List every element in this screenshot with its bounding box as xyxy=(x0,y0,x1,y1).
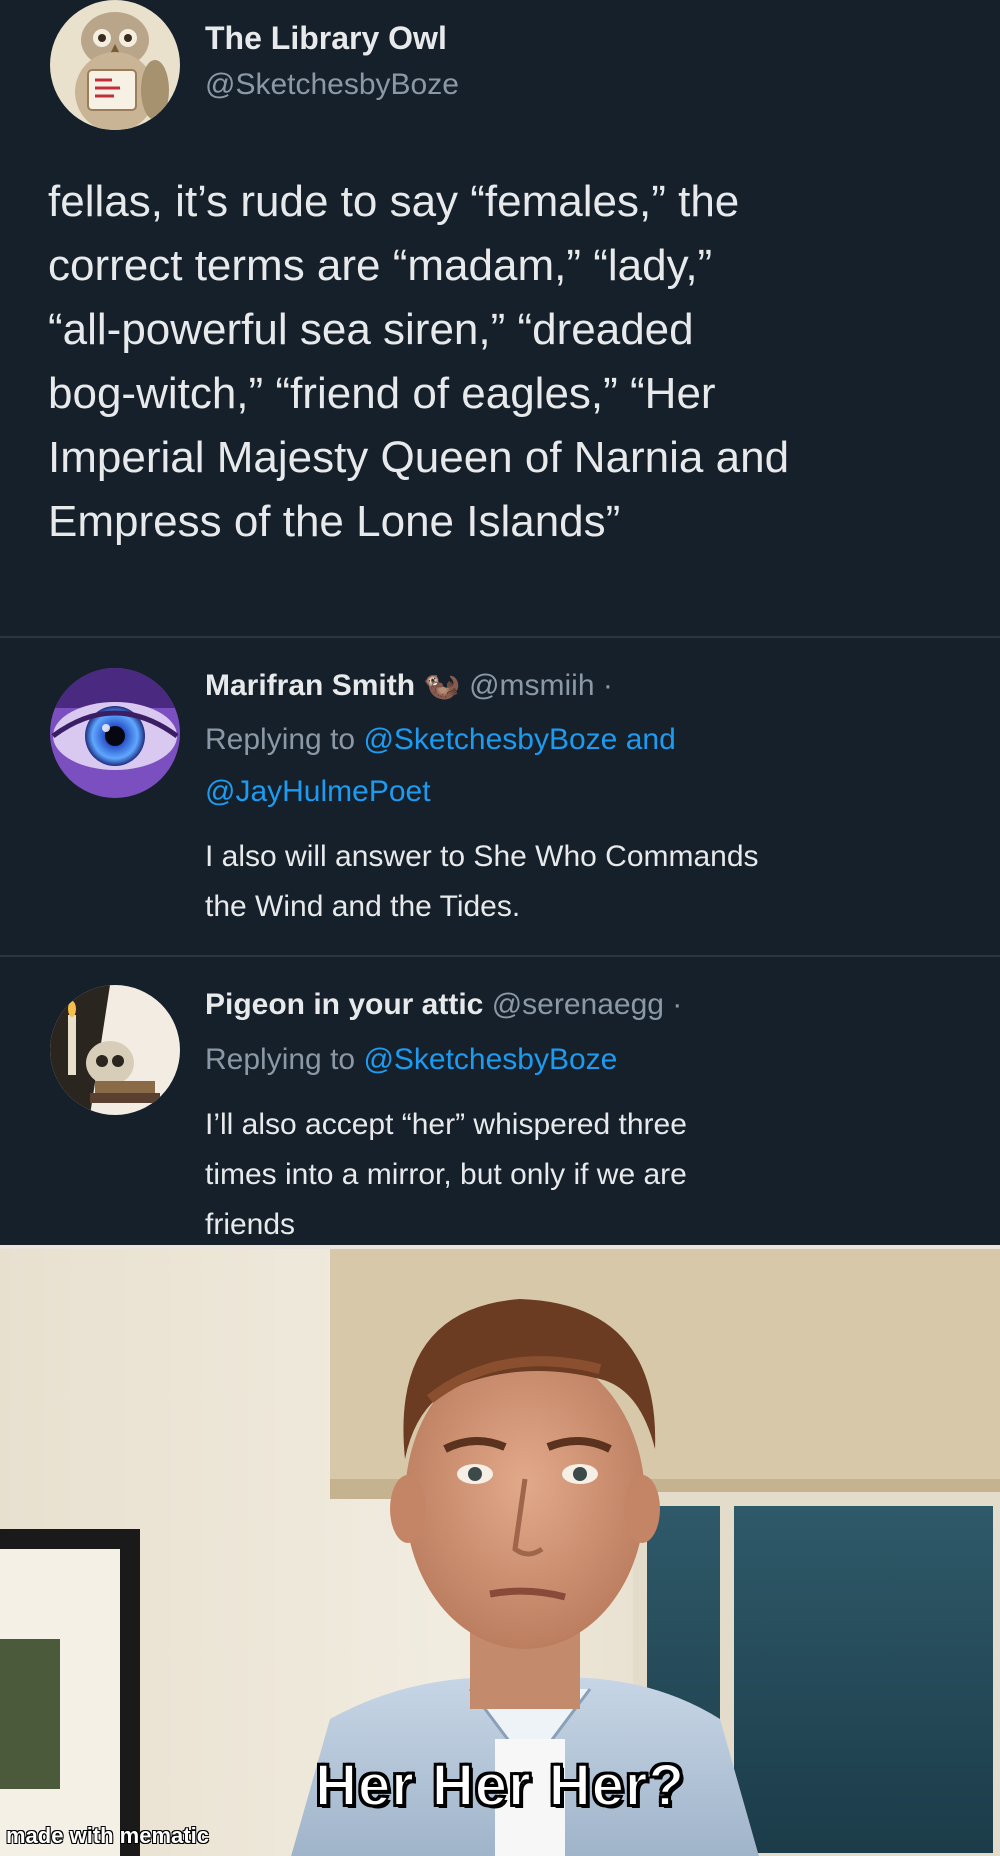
mention-link[interactable]: @JayHulmePoet xyxy=(205,775,431,808)
otter-emoji-icon: 🦦 xyxy=(423,669,461,702)
reply-header: Pigeon in your attic @serenaegg · xyxy=(205,988,682,1022)
reply-line: I’ll also accept “her” whispered three xyxy=(205,1108,687,1141)
replying-prefix: Replying to xyxy=(205,1043,356,1076)
tweet-divider xyxy=(0,636,1000,638)
tweet-line: Imperial Majesty Queen of Narnia and xyxy=(48,433,790,482)
replying-to: Replying to @SketchesbyBoze and @JayHulm… xyxy=(205,714,676,818)
reply-line: times into a mirror, but only if we are xyxy=(205,1158,687,1191)
meme-caption: Her Her Her? xyxy=(314,1752,685,1819)
tweet-line: “all-powerful sea siren,” “dreaded xyxy=(48,305,694,354)
tweet-line: bog-witch,” “friend of eagles,” “Her xyxy=(48,369,716,418)
reply-body: I also will answer to She Who Commands t… xyxy=(205,832,965,932)
tweet-line: fellas, it’s rude to say “females,” the xyxy=(48,177,740,226)
owl-avatar-icon[interactable] xyxy=(50,0,180,130)
tweet-thread: The Library Owl @SketchesbyBoze fellas, … xyxy=(0,0,1000,1245)
author-name[interactable]: The Library Owl xyxy=(205,20,447,57)
mematic-watermark: made with mematic xyxy=(6,1823,209,1848)
reply-line: I also will answer to She Who Commands xyxy=(205,840,759,873)
reply-author-handle[interactable]: @msmiih · xyxy=(469,669,613,702)
replying-prefix: Replying to xyxy=(205,723,356,756)
reply-author-name[interactable]: Marifran Smith xyxy=(205,669,415,702)
mention-joiner: and xyxy=(625,723,676,756)
tweet-body: fellas, it’s rude to say “females,” the … xyxy=(48,170,968,554)
mention-link[interactable]: @SketchesbyBoze xyxy=(363,1043,617,1076)
tweet-line: correct terms are “madam,” “lady,” xyxy=(48,241,713,290)
blue-eye-avatar-icon[interactable] xyxy=(50,668,180,798)
reply-author-handle[interactable]: @serenaegg · xyxy=(492,988,683,1021)
replying-to: Replying to @SketchesbyBoze xyxy=(205,1034,617,1086)
author-handle[interactable]: @SketchesbyBoze xyxy=(205,68,459,102)
reply-body: I’ll also accept “her” whispered three t… xyxy=(205,1100,965,1250)
reply-header: Marifran Smith 🦦 @msmiih · xyxy=(205,668,613,703)
tweet-line: Empress of the Lone Islands” xyxy=(48,497,621,546)
reply-author-name[interactable]: Pigeon in your attic xyxy=(205,988,483,1021)
reply-line: the Wind and the Tides. xyxy=(205,890,521,923)
reply-line: friends xyxy=(205,1208,296,1241)
reply-divider xyxy=(0,955,1000,957)
mention-link[interactable]: @SketchesbyBoze xyxy=(363,723,617,756)
skull-candle-avatar-icon[interactable] xyxy=(50,985,180,1115)
